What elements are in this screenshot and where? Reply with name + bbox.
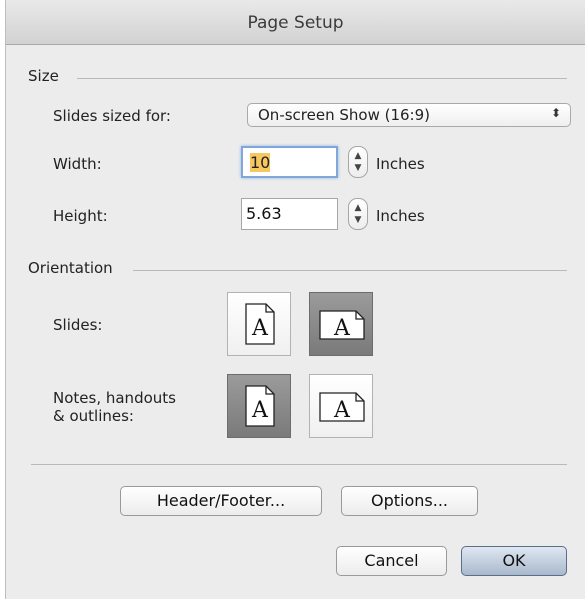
ok-button[interactable]: OK <box>461 546 567 576</box>
width-stepper[interactable]: ▲ ▼ <box>348 146 368 178</box>
portrait-page-icon: A <box>245 303 275 345</box>
size-divider <box>77 78 567 79</box>
landscape-glyph: A <box>333 398 351 422</box>
cancel-button[interactable]: Cancel <box>336 546 447 576</box>
width-value: 10 <box>250 153 271 172</box>
orientation-heading: Orientation <box>28 259 113 277</box>
dialog-title: Page Setup <box>247 13 344 33</box>
height-input[interactable] <box>246 203 326 223</box>
slides-landscape-button[interactable]: A <box>309 292 373 356</box>
width-unit: Inches <box>376 155 425 173</box>
landscape-page-icon: A <box>319 310 365 340</box>
notes-orientation-label-line1: Notes, handouts <box>53 389 176 407</box>
header-footer-button[interactable]: Header/Footer... <box>120 486 322 516</box>
notes-orientation-label-line2: & outlines: <box>53 407 134 425</box>
slides-sized-for-popup[interactable]: On-screen Show (16:9) ⬍ <box>247 103 571 127</box>
width-field[interactable]: 10 <box>241 146 338 178</box>
stepper-down-icon[interactable]: ▼ <box>349 215 367 225</box>
slides-portrait-button[interactable]: A <box>227 292 291 356</box>
orientation-divider <box>133 270 567 271</box>
height-stepper[interactable]: ▲ ▼ <box>348 198 368 230</box>
buttons-divider <box>31 464 567 465</box>
notes-landscape-button[interactable]: A <box>309 374 373 438</box>
slides-sized-for-label: Slides sized for: <box>53 107 171 125</box>
landscape-glyph: A <box>333 316 351 340</box>
portrait-glyph: A <box>251 398 269 423</box>
up-down-arrows-icon: ⬍ <box>550 106 561 120</box>
size-heading: Size <box>28 67 59 85</box>
portrait-glyph: A <box>251 316 269 341</box>
title-bar: Page Setup <box>6 0 585 45</box>
portrait-page-icon: A <box>245 385 275 427</box>
slides-orientation-label: Slides: <box>53 316 103 334</box>
stepper-down-icon[interactable]: ▼ <box>349 163 367 173</box>
stepper-up-icon[interactable]: ▲ <box>349 203 367 213</box>
landscape-page-icon: A <box>319 392 365 422</box>
notes-portrait-button[interactable]: A <box>227 374 291 438</box>
width-label: Width: <box>53 155 102 173</box>
height-field[interactable] <box>241 198 338 230</box>
options-button[interactable]: Options... <box>341 486 478 516</box>
height-unit: Inches <box>376 207 425 225</box>
height-label: Height: <box>53 207 108 225</box>
page-setup-dialog: Page Setup Size Slides sized for: On-scr… <box>5 0 585 599</box>
slides-sized-for-value: On-screen Show (16:9) <box>258 106 430 124</box>
stepper-up-icon[interactable]: ▲ <box>349 151 367 161</box>
